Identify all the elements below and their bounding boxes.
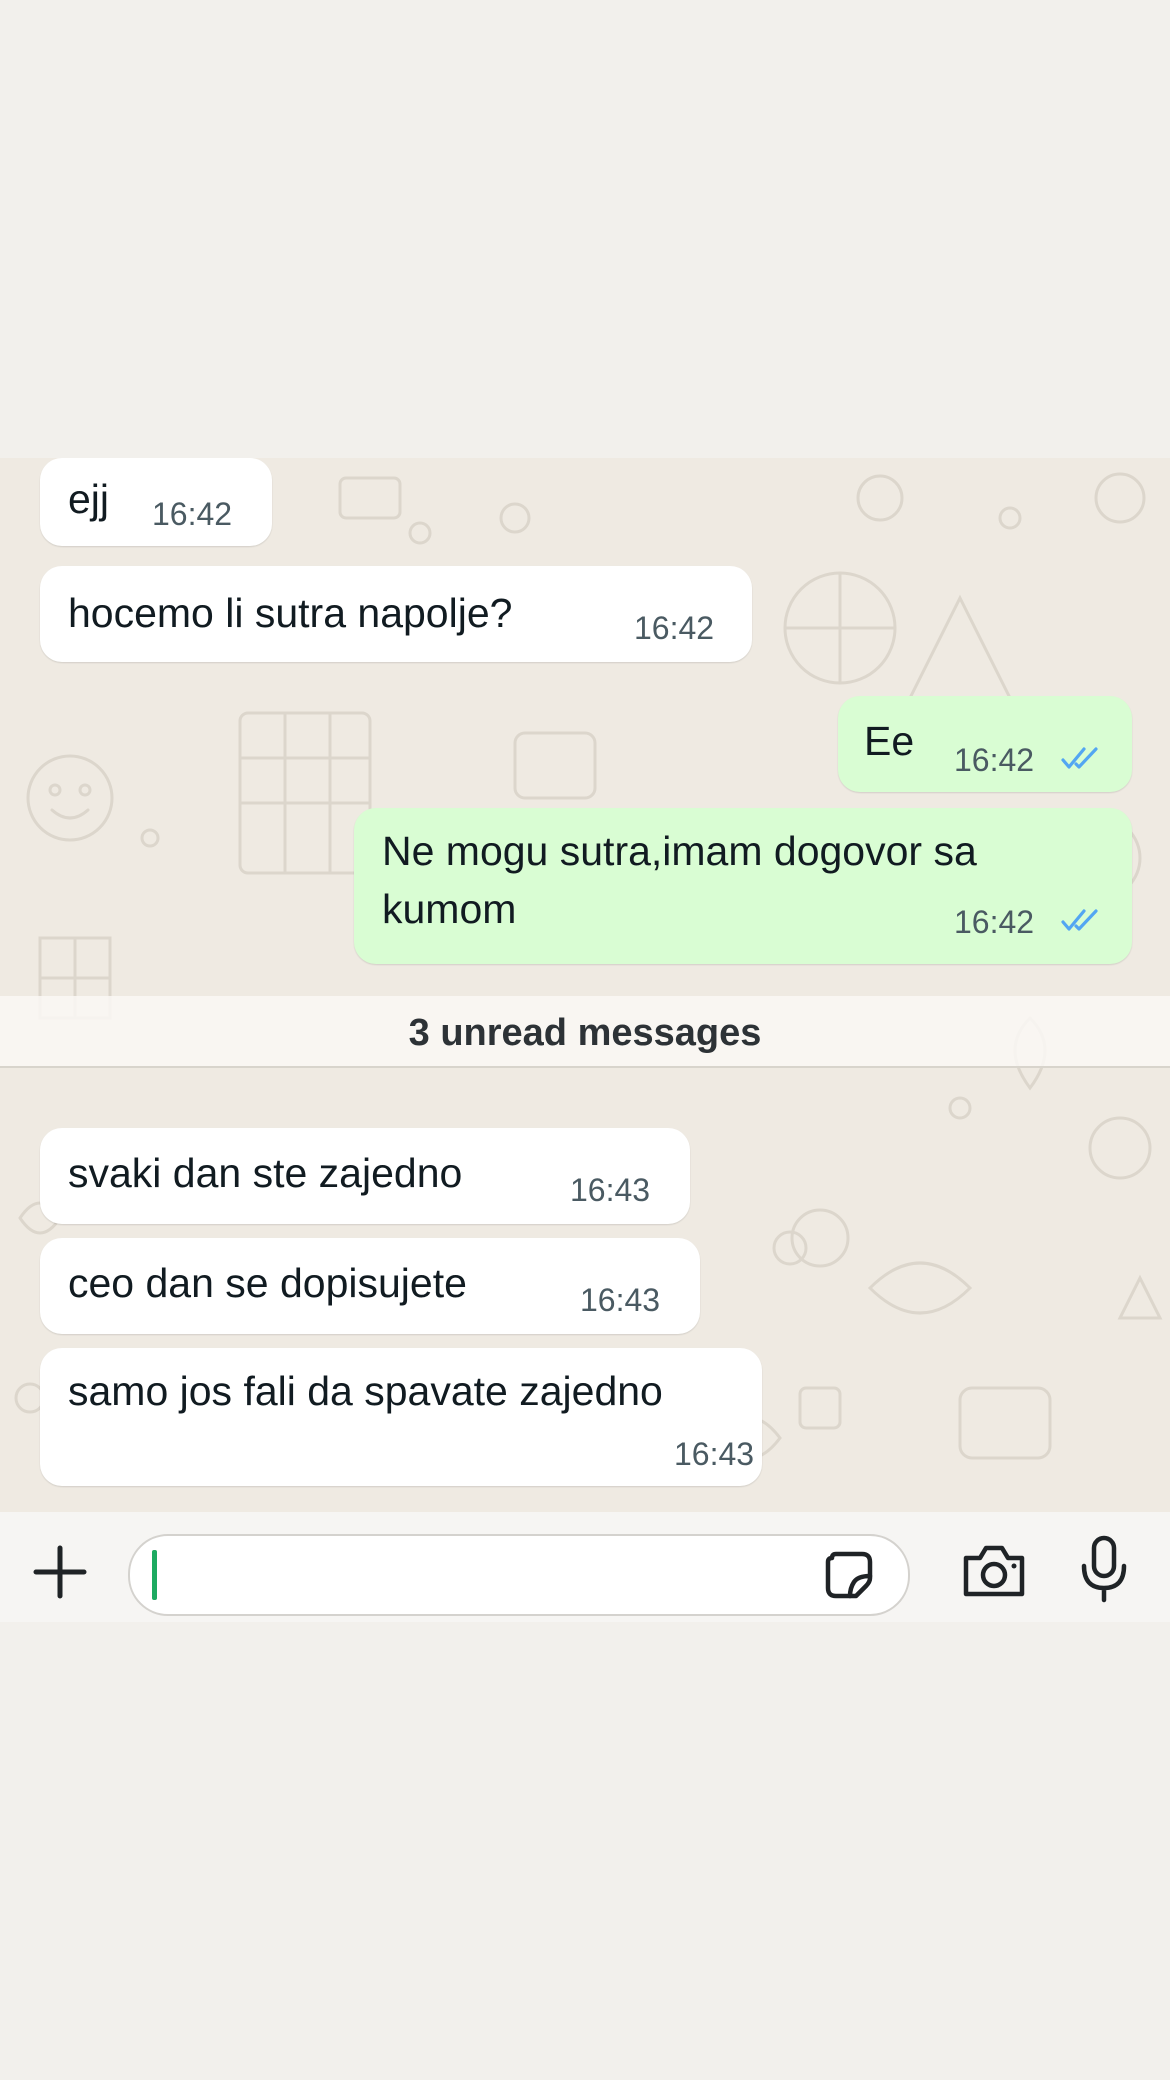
message-time: 16:42 (954, 742, 1035, 778)
sticker-icon[interactable] (820, 1546, 878, 1604)
message-text: hocemo li sutra napolje? (68, 590, 513, 636)
message-text-line: Ne mogu sutra,imam dogovor sa (382, 828, 977, 874)
microphone-icon[interactable] (1076, 1534, 1132, 1604)
message-time: 16:42 (152, 496, 233, 532)
message-time: 16:42 (634, 610, 715, 646)
message-bubble-incoming[interactable]: hocemo li sutra napolje? 16:42 (40, 566, 752, 662)
unread-count-label: 3 unread messages (408, 1012, 762, 1054)
message-bubble-incoming[interactable]: samo jos fali da spavate zajedno 16:43 (40, 1348, 762, 1486)
message-text: samo jos fali da spavate zajedno (68, 1368, 663, 1414)
message-bubble-incoming[interactable]: ejj 16:42 (40, 458, 272, 546)
camera-icon[interactable] (958, 1538, 1030, 1602)
message-text-line: kumom (382, 886, 517, 932)
plus-icon[interactable] (28, 1540, 92, 1604)
message-text: svaki dan ste zajedno (68, 1150, 463, 1196)
message-text: ejj (68, 476, 110, 522)
composer-bar (0, 1512, 1170, 1622)
unread-divider: 3 unread messages (0, 996, 1170, 1068)
chat-area: ejj 16:42 hocemo li sutra napolje? 16:42… (0, 458, 1170, 1512)
message-input[interactable] (128, 1534, 910, 1616)
message-bubble-outgoing[interactable]: Ne mogu sutra,imam dogovor sa kumom 16:4… (354, 808, 1132, 964)
message-text: ceo dan se dopisujete (68, 1260, 467, 1306)
read-receipt-icon (1061, 909, 1098, 931)
message-time: 16:43 (580, 1282, 661, 1318)
message-bubble-incoming[interactable]: ceo dan se dopisujete 16:43 (40, 1238, 700, 1334)
message-bubble-outgoing[interactable]: Ee 16:42 (838, 696, 1132, 792)
message-bubble-incoming[interactable]: svaki dan ste zajedno 16:43 (40, 1128, 690, 1224)
message-text: Ee (864, 718, 915, 764)
text-caret (152, 1550, 157, 1600)
message-time: 16:43 (674, 1436, 755, 1472)
message-time: 16:42 (954, 904, 1035, 940)
message-time: 16:43 (570, 1172, 651, 1208)
read-receipt-icon (1061, 747, 1098, 769)
